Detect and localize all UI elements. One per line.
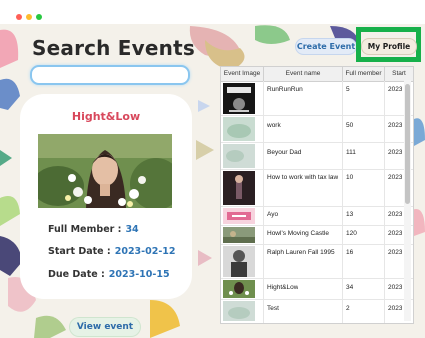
event-thumbnail xyxy=(223,171,255,205)
column-header-start[interactable]: Start xyxy=(385,67,413,81)
full-member-cell: 120 xyxy=(346,230,357,237)
full-member-cell: 5 xyxy=(346,86,350,93)
events-table: Event Image Event name Full member Start… xyxy=(220,66,414,324)
event-name-cell: Ayo xyxy=(267,211,279,218)
table-row[interactable]: Test 2 2023 xyxy=(221,300,413,322)
event-photo xyxy=(38,134,172,208)
table-row[interactable]: Ayo 13 2023 xyxy=(221,207,413,226)
event-thumbnail xyxy=(223,144,255,168)
scrollbar-thumb[interactable] xyxy=(405,84,410,204)
start-cell: 2023 xyxy=(388,284,403,291)
full-member-value: 34 xyxy=(125,224,139,235)
event-thumbnail xyxy=(223,83,255,114)
event-name-cell: Hight&Low xyxy=(267,284,299,291)
start-cell: 2023 xyxy=(388,149,403,156)
full-member-cell: 2 xyxy=(346,305,350,312)
start-cell: 2023 xyxy=(388,249,403,256)
app-window: Search Events Hight&Low Full Member: 34… xyxy=(0,0,425,338)
table-row[interactable]: Beyour Dad 111 2023 xyxy=(221,143,413,170)
event-name-cell: How to work with tax law xyxy=(267,174,339,181)
event-name-cell: Ralph Lauren Fall 1995 xyxy=(267,249,335,256)
event-thumbnail xyxy=(223,117,255,141)
full-member-cell: 16 xyxy=(346,249,354,256)
full-member-cell: 34 xyxy=(346,284,354,291)
full-member-cell: 50 xyxy=(346,122,354,129)
due-date-value: 2023-10-15 xyxy=(108,269,170,280)
create-event-button[interactable]: Create Event xyxy=(296,39,356,54)
start-date-value: 2023-02-12 xyxy=(114,246,176,257)
event-thumbnail xyxy=(223,246,255,277)
start-cell: 2023 xyxy=(388,211,403,218)
due-date-row: Due Date :2023-10-15 xyxy=(48,269,170,280)
table-row[interactable]: Ralph Lauren Fall 1995 16 2023 xyxy=(221,245,413,279)
start-date-row: Start Date :2023-02-12 xyxy=(48,246,176,257)
event-name-cell: Test xyxy=(267,305,279,312)
table-header: Event Image Event name Full member Start xyxy=(221,67,413,82)
start-cell: 2023 xyxy=(388,174,403,181)
column-header-full-member[interactable]: Full member xyxy=(343,67,385,81)
event-thumbnail xyxy=(223,301,255,321)
page-title: Search Events xyxy=(32,36,195,60)
full-member-cell: 111 xyxy=(346,149,356,156)
event-name-heading: Hight&Low xyxy=(71,110,141,123)
event-thumbnail xyxy=(223,208,255,224)
event-name-cell: work xyxy=(267,122,281,129)
event-name-cell: RunRunRun xyxy=(267,86,303,93)
start-cell: 2023 xyxy=(388,230,403,237)
event-detail-card: Hight&Low Full Member: 34 Start Date: … xyxy=(20,94,192,299)
full-member-cell: 13 xyxy=(346,211,354,218)
title-bar xyxy=(0,0,425,24)
start-date-label: Start Date : xyxy=(48,246,111,257)
my-profile-button[interactable]: My Profile xyxy=(362,39,416,54)
full-member-label: Full Member : xyxy=(48,224,122,235)
column-header-event-image[interactable]: Event Image xyxy=(221,67,264,81)
full-member-cell: 10 xyxy=(346,174,354,181)
close-window-button[interactable] xyxy=(16,14,22,20)
table-row[interactable]: work 50 2023 xyxy=(221,116,413,143)
table-row[interactable]: Howl's Moving Castle 120 2023 xyxy=(221,226,413,245)
minimize-window-button[interactable] xyxy=(26,14,32,20)
table-row[interactable]: Hight&Low 34 2023 xyxy=(221,279,413,300)
maximize-window-button[interactable] xyxy=(36,14,42,20)
full-member-row: Full Member :34 xyxy=(48,224,139,235)
start-cell: 2023 xyxy=(388,86,403,93)
event-thumbnail xyxy=(223,227,255,243)
event-name-cell: Howl's Moving Castle xyxy=(267,230,329,237)
search-input[interactable] xyxy=(30,65,190,85)
table-row[interactable]: How to work with tax law 10 2023 xyxy=(221,170,413,207)
view-event-button[interactable]: View event xyxy=(70,318,140,336)
event-name-cell: Beyour Dad xyxy=(267,149,302,156)
start-cell: 2023 xyxy=(388,122,403,129)
column-header-event-name[interactable]: Event name xyxy=(264,67,343,81)
table-row[interactable]: RunRunRun 5 2023 xyxy=(221,82,413,116)
event-thumbnail xyxy=(223,280,255,298)
table-scrollbar[interactable] xyxy=(404,80,411,321)
due-date-label: Due Date : xyxy=(48,269,105,280)
start-cell: 2023 xyxy=(388,305,403,312)
